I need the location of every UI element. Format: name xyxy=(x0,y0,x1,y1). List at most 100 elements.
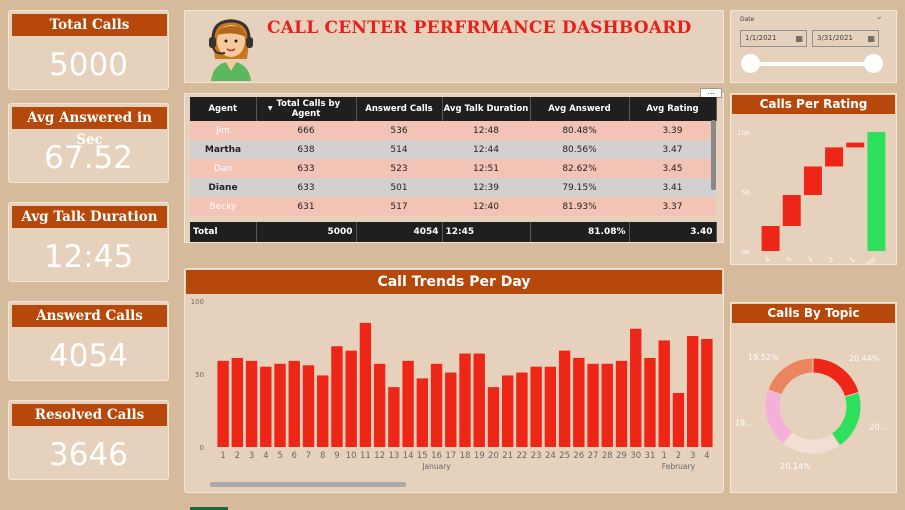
table-cell: 3.45 xyxy=(629,159,716,178)
chevron-down-icon[interactable]: ⌄ xyxy=(875,12,883,22)
kpi-value: 4054 xyxy=(49,338,128,374)
table-cell: 79.15% xyxy=(530,178,629,197)
y-tick-label: 50 xyxy=(195,371,204,379)
kpi-value: 5000 xyxy=(49,47,128,83)
table-cell: 12:48 xyxy=(442,121,530,140)
table-header-row: Agent ▼ Total Calls by Agent Answerd Call… xyxy=(190,97,717,121)
x-tick-label: 7 xyxy=(306,451,311,461)
trend-bar xyxy=(530,366,542,447)
column-header[interactable]: Avg Talk Duration xyxy=(442,97,531,121)
calls-per-rating-title: Calls Per Rating xyxy=(732,95,895,114)
table-cell: 633 xyxy=(256,159,356,178)
x-tick-label: 15 xyxy=(417,451,428,461)
kpi-value: 12:45 xyxy=(43,239,134,275)
table-cell: 517 xyxy=(356,197,442,216)
kpi-value: 3646 xyxy=(49,437,128,473)
rating-bar xyxy=(846,142,865,148)
month-label: February xyxy=(662,462,696,471)
table-row[interactable]: Diane 633 501 12:39 79.15% 3.41 xyxy=(190,178,716,197)
agent-name: Becky xyxy=(190,197,256,216)
slice-label: 20.44% xyxy=(849,354,880,363)
call-trends-title: Call Trends Per Day xyxy=(186,270,722,294)
topic-slice xyxy=(782,431,841,455)
agent-table: Agent ▼ Total Calls by Agent Answerd Call… xyxy=(190,97,717,242)
y-tick-label: 5K xyxy=(742,188,751,196)
y-tick-label: 0K xyxy=(742,248,751,256)
month-label: January xyxy=(421,462,451,471)
end-date-input[interactable]: 3/31/2021 ▦ xyxy=(812,30,879,47)
trend-bar xyxy=(459,353,471,447)
trend-bar xyxy=(686,336,699,447)
table-cell: 3.39 xyxy=(629,121,716,140)
column-header[interactable]: Agent xyxy=(190,97,257,121)
column-header[interactable]: Avg Rating xyxy=(629,97,717,121)
trend-bar xyxy=(388,387,400,447)
table-cell: 536 xyxy=(356,121,442,140)
kpi-value: 67.52 xyxy=(44,140,133,176)
calendar-icon[interactable]: ▦ xyxy=(867,31,875,46)
total-cell: 12:45 xyxy=(442,222,531,242)
rating-bar xyxy=(803,166,822,196)
table-cell: 3.41 xyxy=(629,178,716,197)
x-tick-label: 19 xyxy=(474,451,485,461)
trend-bar xyxy=(302,365,315,447)
x-tick-label: 24 xyxy=(545,451,556,461)
calls-by-topic-title: Calls By Topic xyxy=(732,304,895,323)
table-cell: 523 xyxy=(356,159,442,178)
trend-bar xyxy=(487,387,500,447)
column-header[interactable]: ▼ Total Calls by Agent xyxy=(256,97,357,121)
kpi-title: Avg Answered in Sec xyxy=(12,107,167,148)
trend-bar xyxy=(615,360,628,447)
trend-bar xyxy=(288,360,300,447)
trend-bar xyxy=(260,366,272,447)
trend-bar xyxy=(701,338,713,447)
y-tick-label: 100 xyxy=(191,298,204,306)
column-header[interactable]: Answerd Calls xyxy=(356,97,443,121)
table-scrollbar[interactable] xyxy=(711,120,716,190)
start-date-input[interactable]: 1/1/2021 ▦ xyxy=(740,30,807,47)
calls-by-topic-chart: 20.44% 20.... 20.14% 19.... 19.52% xyxy=(735,353,890,471)
x-tick-label: 2 xyxy=(235,451,240,461)
x-tick-label: 18 xyxy=(460,451,471,461)
date-range-end-handle[interactable] xyxy=(864,54,883,73)
x-tick-label: 25 xyxy=(559,451,570,461)
trend-bar xyxy=(445,372,457,447)
x-tick-label: 5 xyxy=(785,255,793,264)
x-tick-label: 29 xyxy=(616,451,627,461)
column-header[interactable]: Avg Answerd xyxy=(530,97,630,121)
x-tick-label: 16 xyxy=(431,451,442,461)
trend-bar xyxy=(544,366,557,447)
x-tick-label: 21 xyxy=(502,451,513,461)
x-tick-label: 10 xyxy=(346,451,357,461)
topic-slice xyxy=(812,357,860,398)
agent-name: Jim xyxy=(190,121,256,140)
trend-bar xyxy=(231,357,244,447)
trend-bar xyxy=(601,363,613,447)
table-row[interactable]: Becky 631 517 12:40 81.93% 3.37 xyxy=(190,197,716,216)
date-label: Date xyxy=(740,16,755,23)
x-tick-label: 3 xyxy=(690,451,695,461)
table-cell: 81.93% xyxy=(530,197,629,216)
agent-name: Martha xyxy=(190,140,256,159)
calendar-icon[interactable]: ▦ xyxy=(795,31,803,46)
x-tick-label: 31 xyxy=(645,451,656,461)
rating-bar xyxy=(867,131,886,251)
table-cell: 501 xyxy=(356,178,442,197)
y-tick-label: 0 xyxy=(200,444,204,452)
kpi-title: Resolved Calls xyxy=(12,404,167,426)
chart-scrollbar[interactable] xyxy=(210,482,406,487)
table-row[interactable]: Jim 666 536 12:48 80.48% 3.39 xyxy=(190,121,716,140)
x-tick-label: 23 xyxy=(531,451,542,461)
date-range-start-handle[interactable] xyxy=(741,54,760,73)
dashboard-header: CALL CENTER PERFRMANCE DASHBOARD xyxy=(184,10,724,83)
x-tick-label: 8 xyxy=(320,451,325,461)
end-date-value: 3/31/2021 xyxy=(817,34,853,42)
date-slicer[interactable]: Date ⌄ 1/1/2021 ▦ 3/31/2021 ▦ xyxy=(730,10,897,83)
date-range-track[interactable] xyxy=(748,62,875,66)
table-cell: 633 xyxy=(256,178,356,197)
table-row[interactable]: Martha 638 514 12:44 80.56% 3.47 xyxy=(190,140,716,159)
trend-bar xyxy=(345,350,357,447)
table-row[interactable]: Dan 633 523 12:51 82.62% 3.45 xyxy=(190,159,716,178)
trend-bar xyxy=(573,357,585,447)
kpi-avg-answered: Avg Answered in Sec 67.52 xyxy=(8,103,169,183)
